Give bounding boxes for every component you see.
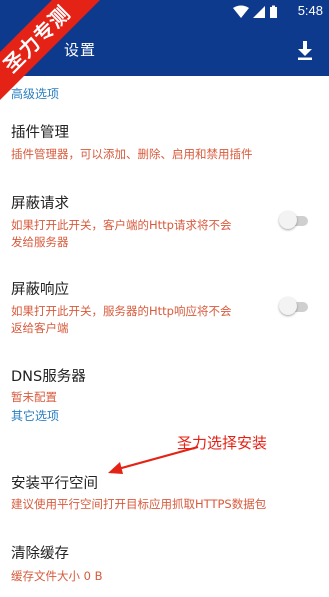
item-title: 屏蔽请求 <box>11 196 69 212</box>
block-response-toggle[interactable] <box>279 296 309 316</box>
battery-icon <box>270 5 277 18</box>
item-title: 插件管理 <box>11 125 69 141</box>
item-subtitle: 插件管理器，可以添加、删除、启用和禁用插件 <box>11 147 253 161</box>
page-title: 设置 <box>64 41 97 59</box>
annotation-arrow-icon <box>108 445 199 474</box>
item-subtitle: 缓存文件大小 0 B <box>11 569 103 583</box>
item-title: DNS服务器 <box>11 369 86 385</box>
item-subtitle: 如果打开此开关，客户端的Http请求将不会 <box>11 218 232 232</box>
item-title: 屏蔽响应 <box>11 282 69 298</box>
item-title: 清除缓存 <box>11 546 69 562</box>
item-subtitle: 返给客户端 <box>11 321 69 335</box>
section-header-advanced: 高级选项 <box>11 87 60 101</box>
item-title: 安装平行空间 <box>11 476 98 492</box>
signal-icon <box>253 6 265 18</box>
item-subtitle: 发给服务器 <box>11 235 69 249</box>
item-subtitle: 如果打开此开关，服务器的Http响应将不会 <box>11 304 232 318</box>
status-icons <box>233 5 277 18</box>
block-request-toggle[interactable] <box>279 210 309 230</box>
status-time: 5:48 <box>297 3 323 18</box>
wifi-icon <box>233 5 249 18</box>
section-header-other: 其它选项 <box>11 409 60 423</box>
download-icon[interactable] <box>293 38 317 62</box>
item-subtitle: 建议使用平行空间打开目标应用抓取HTTPS数据包 <box>11 497 267 511</box>
toggle-thumb <box>279 297 297 315</box>
item-subtitle: 暂未配置 <box>11 390 57 404</box>
toggle-thumb <box>279 211 297 229</box>
